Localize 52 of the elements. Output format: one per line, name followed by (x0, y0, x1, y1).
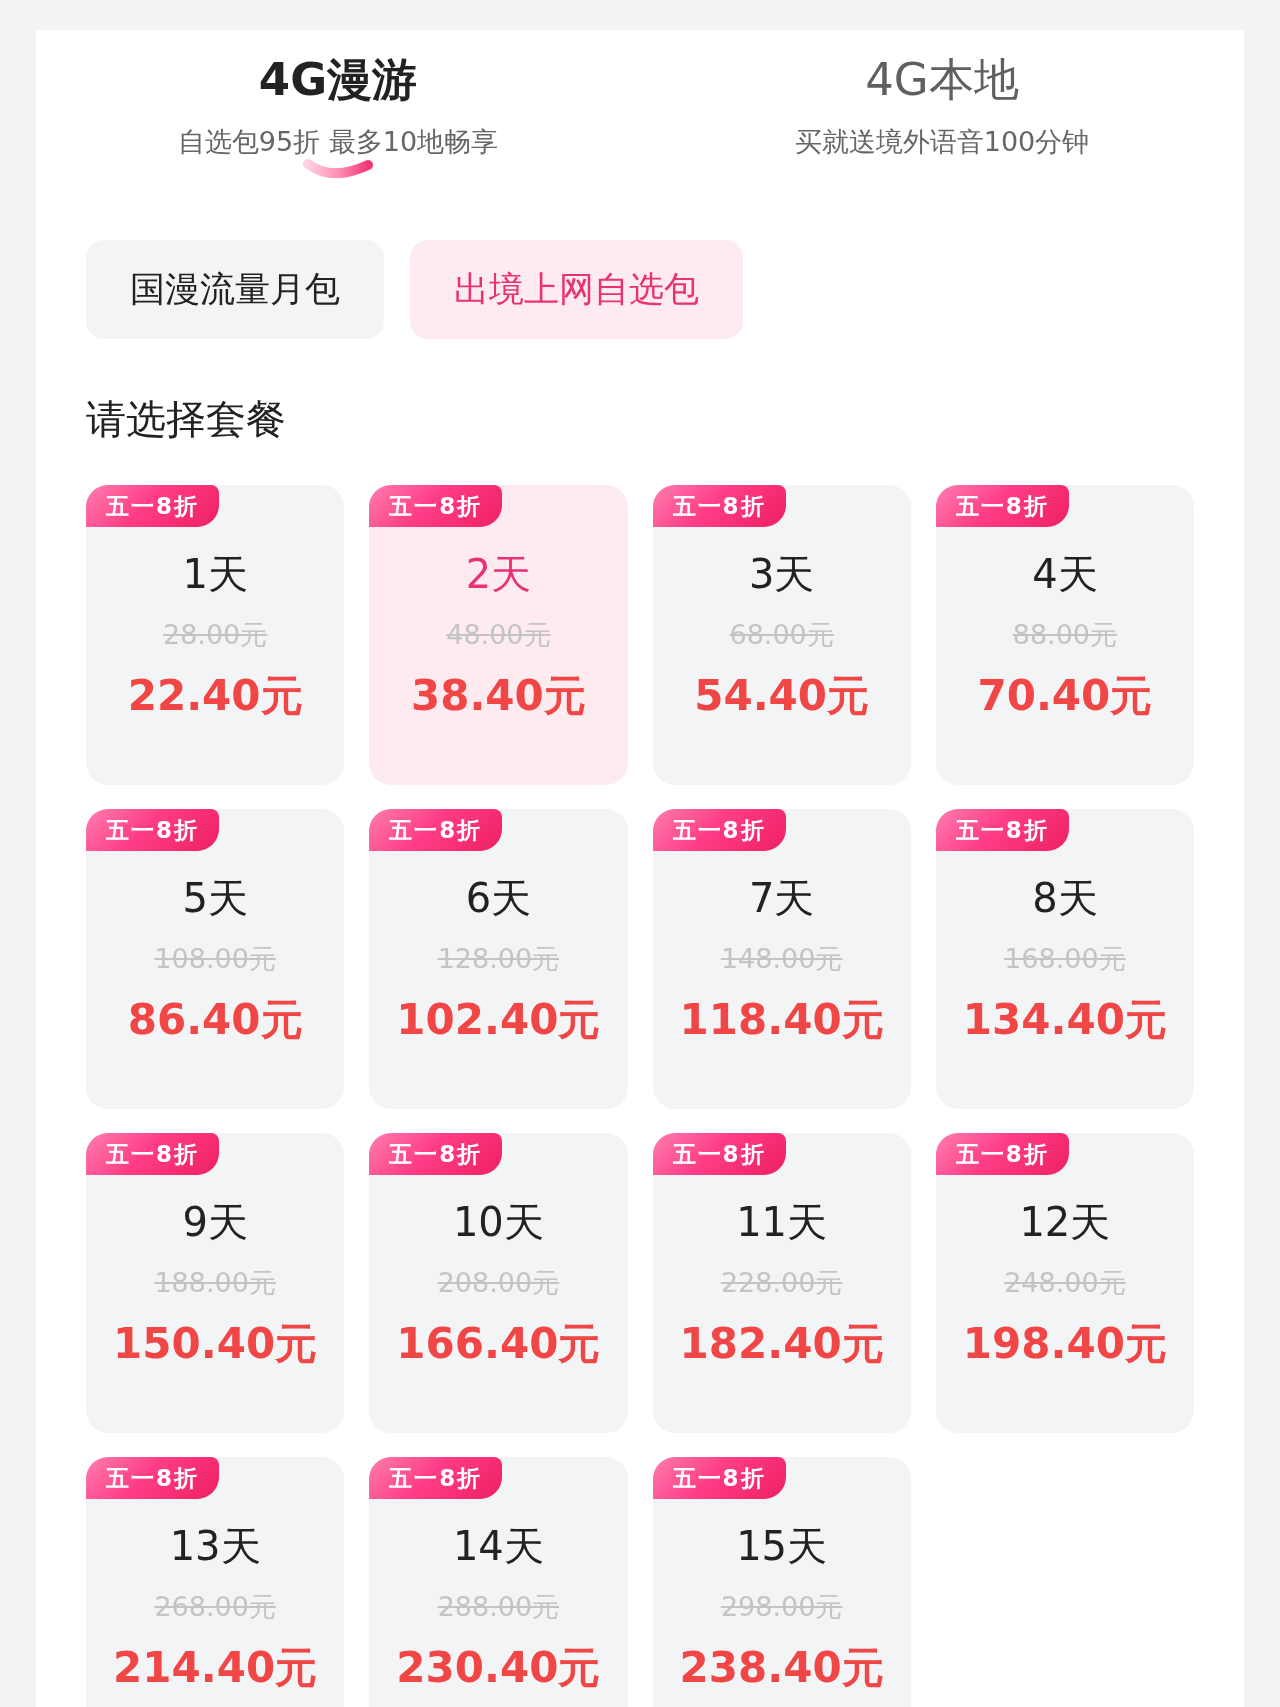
discount-badge: 五一8折 (652, 809, 786, 851)
discount-badge: 五一8折 (369, 1133, 503, 1175)
discount-badge: 五一8折 (369, 1457, 503, 1499)
discount-badge: 五一8折 (86, 485, 219, 527)
sale-price: 86.40元 (127, 995, 303, 1045)
plan-card[interactable]: 五一8折 2天 48.00元 38.40元 (369, 485, 628, 785)
discount-badge: 五一8折 (935, 485, 1069, 527)
duration-label: 10天 (452, 1198, 544, 1247)
discount-badge: 五一8折 (652, 1457, 786, 1499)
section-title: 请选择套餐 (86, 395, 287, 443)
discount-badge: 五一8折 (86, 809, 219, 851)
region-tab[interactable]: 4G本地 买就送境外语音100分钟 (794, 52, 1090, 158)
duration-label: 8天 (1032, 874, 1098, 923)
discount-badge: 五一8折 (86, 1457, 219, 1499)
sale-price: 150.40元 (113, 1319, 318, 1369)
duration-label: 2天 (465, 550, 532, 599)
sale-price: 166.40元 (396, 1319, 601, 1369)
sale-price: 54.40元 (694, 671, 870, 721)
sale-price: 238.40元 (679, 1643, 884, 1693)
duration-label: 9天 (182, 1198, 248, 1247)
original-price: 48.00元 (446, 618, 551, 652)
sale-price: 70.40元 (977, 671, 1153, 721)
duration-label: 13天 (169, 1522, 261, 1571)
sale-price: 38.40元 (410, 671, 586, 721)
duration-label: 3天 (748, 550, 815, 599)
duration-label: 6天 (465, 874, 532, 923)
region-tab[interactable]: 4G漫游 自选包95折 最多10地畅享 (177, 52, 499, 158)
category-chip[interactable]: 出境上网自选包 (410, 240, 743, 339)
duration-label: 7天 (748, 874, 815, 923)
discount-badge: 五一8折 (369, 485, 503, 527)
sale-price: 134.40元 (962, 995, 1167, 1045)
category-chip[interactable]: 国漫流量月包 (86, 240, 384, 339)
discount-badge: 五一8折 (652, 485, 786, 527)
duration-label: 11天 (736, 1198, 828, 1247)
sale-price: 182.40元 (679, 1319, 884, 1369)
duration-label: 5天 (182, 874, 248, 923)
duration-label: 1天 (182, 550, 248, 599)
duration-label: 14天 (452, 1522, 544, 1571)
sale-price: 214.40元 (113, 1643, 318, 1693)
discount-badge: 五一8折 (935, 809, 1069, 851)
duration-label: 4天 (1032, 550, 1098, 599)
sale-price: 22.40元 (127, 671, 303, 721)
discount-badge: 五一8折 (652, 1133, 786, 1175)
duration-label: 15天 (736, 1522, 828, 1571)
discount-badge: 五一8折 (935, 1133, 1069, 1175)
duration-label: 12天 (1019, 1198, 1111, 1247)
sale-price: 118.40元 (679, 995, 884, 1045)
sale-price: 198.40元 (962, 1319, 1167, 1369)
sale-price: 230.40元 (396, 1643, 601, 1693)
discount-badge: 五一8折 (86, 1133, 219, 1175)
discount-badge: 五一8折 (369, 809, 503, 851)
sale-price: 102.40元 (396, 995, 601, 1045)
